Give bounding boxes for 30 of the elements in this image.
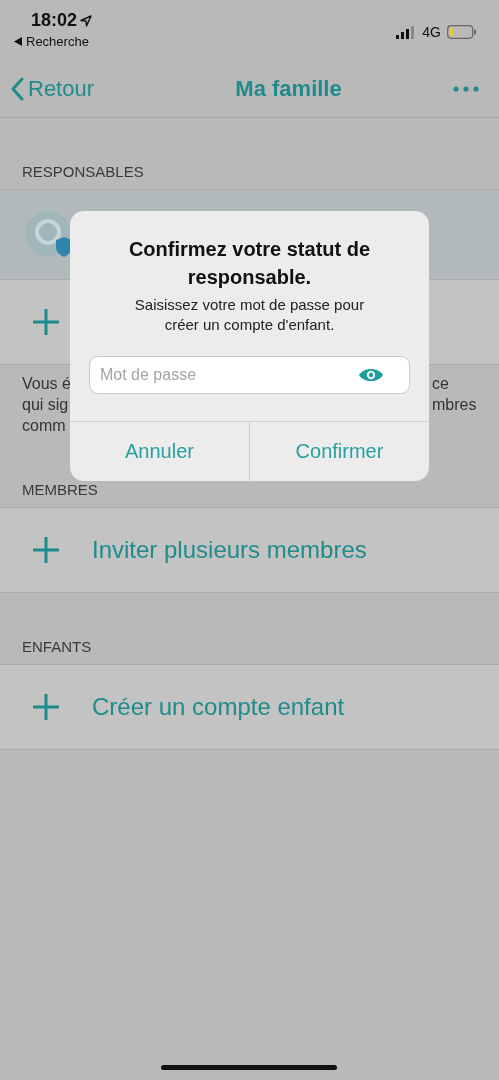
section-header: ENFANTS — [22, 638, 92, 655]
dialog-title: Confirmez votre statut de responsable. — [127, 237, 372, 290]
add-row-link[interactable]: Inviter plusieurs membres — [92, 536, 367, 564]
footer-text-fragment: comm — [22, 416, 67, 436]
password-field[interactable]: Mot de passe — [89, 356, 410, 394]
footer-text-fragment: ce — [432, 374, 450, 394]
back-triangle-icon — [14, 37, 22, 46]
plus-icon[interactable] — [32, 536, 60, 564]
nav-title: Ma famille — [235, 75, 342, 102]
plus-icon[interactable] — [32, 693, 60, 721]
dialog-button[interactable]: Annuler — [70, 422, 249, 481]
plus-icon[interactable] — [32, 308, 60, 336]
dialog-message: Saisissez votre mot de passe pour créer un compte d'enfant. — [133, 295, 366, 335]
footer-text-fragment: Vous é — [22, 374, 71, 394]
battery-icon — [447, 25, 477, 39]
eye-icon[interactable] — [358, 367, 384, 383]
section-header: MEMBRES — [22, 481, 98, 498]
back-button[interactable]: Retour — [10, 75, 95, 102]
network-label: 4G — [422, 24, 441, 40]
add-row-link[interactable]: Créer un compte enfant — [92, 693, 345, 721]
more-icon[interactable] — [453, 85, 479, 92]
footer-text-fragment: qui sig — [22, 395, 70, 415]
location-arrow-icon — [80, 14, 93, 27]
section-header: RESPONSABLES — [22, 163, 144, 180]
footer-text-fragment: mbres — [432, 395, 478, 415]
dialog-button[interactable]: Confirmer — [249, 422, 429, 481]
chevron-left-icon — [10, 76, 24, 101]
status-time: 18:02 — [31, 10, 78, 31]
signal-icon — [396, 25, 417, 39]
back-app-link[interactable]: Recherche — [26, 34, 89, 49]
